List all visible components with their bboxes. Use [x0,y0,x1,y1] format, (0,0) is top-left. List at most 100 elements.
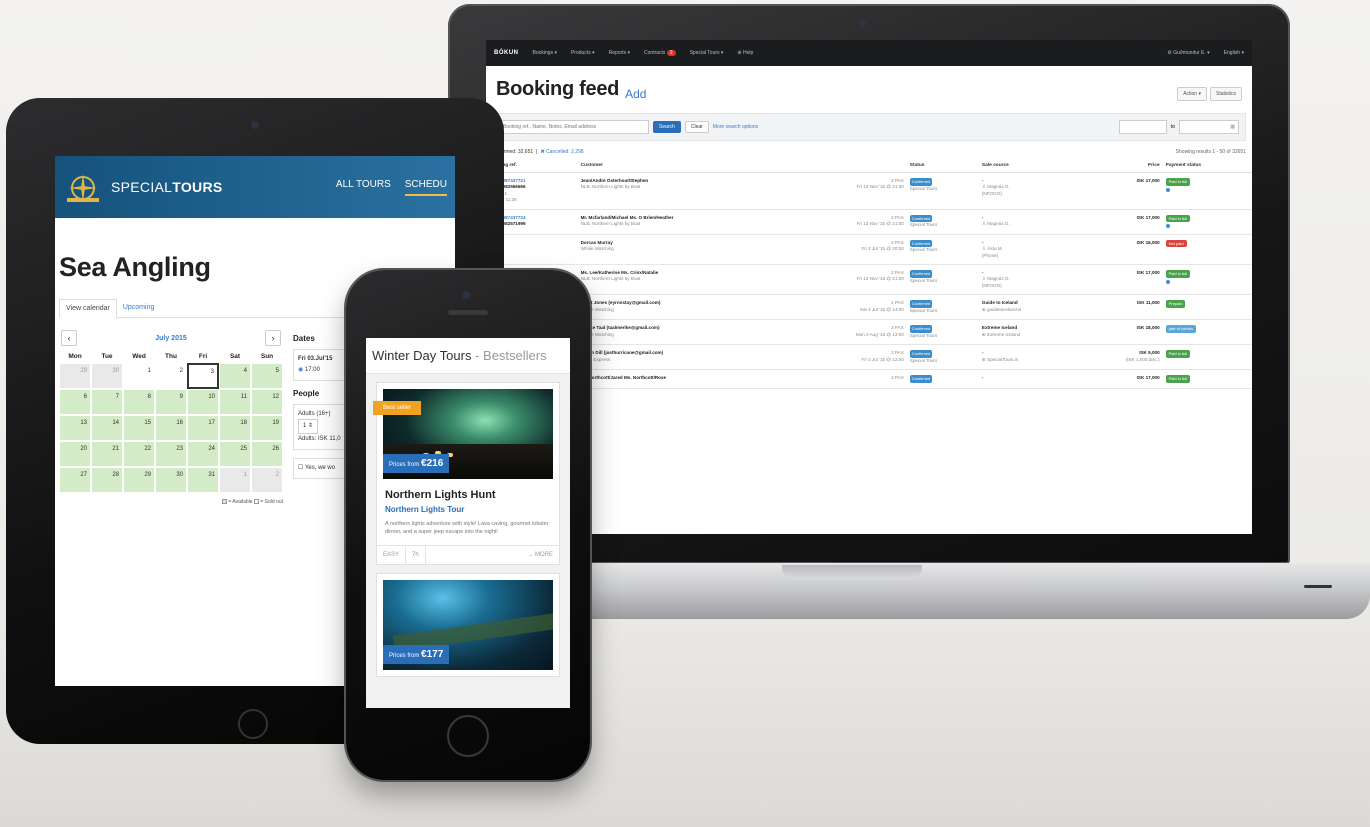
compass-logo-icon[interactable] [63,170,103,204]
calendar-day[interactable]: 16 [155,415,187,441]
nav-schedule[interactable]: SCHEDU [404,179,447,196]
calendar-day[interactable]: 24 [187,441,219,467]
col-customer[interactable]: Customer [577,159,791,173]
calendar-day[interactable]: 17 [187,415,219,441]
user-menu[interactable]: ⚙ Guðmundur E. ▾ [1167,50,1209,56]
checkbox-icon[interactable]: ☐ [298,465,303,471]
calendar-day[interactable]: 18 [219,415,251,441]
calendar-day[interactable]: 22 [123,441,155,467]
col-sale-source[interactable]: Sale source [978,159,1077,173]
calendar-day[interactable]: 8 [123,389,155,415]
tablet-home-button[interactable] [238,709,268,739]
price-value: ISK 17,000 [1136,178,1160,183]
confirm-checkbox-row[interactable]: ☐ Yes, we wo [293,457,353,479]
col-status[interactable]: Status [906,159,979,173]
calendar-day[interactable]: 7 [91,389,123,415]
tab-upcoming[interactable]: Upcoming [117,299,161,317]
tour-card-title[interactable]: Northern Lights Hunt [377,485,559,503]
next-month-button[interactable]: › [265,330,281,346]
calendar-day[interactable]: 1 [123,363,155,389]
app-logo[interactable]: BÓKUN [494,50,519,56]
tour-card[interactable]: Prices from €177 [376,572,560,677]
nav-products[interactable]: Products ▾ [571,50,595,56]
snorkeling-image[interactable]: Prices from €177 [383,579,553,670]
table-row[interactable]: PT184087437724 PT184082571999 Mr. Mcfarlan… [486,209,1252,235]
date-from-field[interactable] [1118,120,1167,134]
cancelled-count-link[interactable]: ✖ Cancelled: 2,298 [540,149,583,155]
status-cell: Confirmed Special Tours [906,234,979,265]
booking-table: Booking ref. Customer Status Sale source… [486,159,1252,389]
product-name: Whale Watching [580,246,614,252]
table-row[interactable]: Merike Taal (taalmerike@gmail.com) Whale … [486,319,1252,346]
tour-card[interactable]: Best seller Prices from €216 Northern Li… [373,382,560,565]
nav-contracts[interactable]: Contracts 2 [644,50,676,56]
product-name: NLB: Northern Lights by Boat [580,221,641,227]
info-dot-icon[interactable] [1165,187,1170,192]
calendar-day[interactable]: 12 [251,389,283,415]
tab-view-calendar[interactable]: View calendar [59,299,117,318]
date-to-field[interactable]: ▦ [1179,120,1239,134]
col-price[interactable]: Price [1076,159,1163,173]
phone-home-button[interactable] [447,715,489,757]
table-row[interactable]: Justin Dill (justhurricane@gmail.com) Puf… [486,344,1252,371]
calendar-day[interactable]: 6 [59,389,91,415]
calendar-day[interactable]: 5 [251,363,283,389]
search-input[interactable] [499,120,649,134]
calendar-day[interactable]: 31 [187,467,219,493]
calendar-day[interactable]: 11 [219,389,251,415]
clear-button[interactable]: Clear [684,121,709,133]
calendar-day[interactable]: 2 [155,363,187,389]
calendar-day[interactable]: 26 [251,441,283,467]
top-nav-bar: BÓKUN Bookings ▾ Products ▾ Reports ▾ Co… [486,40,1252,66]
calendar-day[interactable]: 9 [155,389,187,415]
section-heading: Winter Day Tours - Bestsellers [366,338,570,374]
calendar-day[interactable]: 4 [219,363,251,389]
sale-source-agent: ⊕ guidetoiceland.is [981,306,1022,312]
calendar-day[interactable]: 20 [59,441,91,467]
info-dot-icon[interactable] [1165,279,1170,284]
calendar-day[interactable]: 27 [59,467,91,493]
calendar-day[interactable]: 13 [59,415,91,441]
more-search-options-link[interactable]: More search options [713,124,758,130]
calendar-day[interactable]: 15 [123,415,155,441]
statistics-button[interactable]: Statistics [1209,87,1242,101]
add-booking-link[interactable]: Add [625,87,646,101]
table-row[interactable]: PT184087437721PT184082566666941747113/7/… [486,172,1252,210]
table-row[interactable]: Janet Jones (eyrnnstay@gmail.com) Whale W… [486,294,1252,321]
legend-soldout-label: = Sold out [260,499,283,505]
sale-source-agent: ⊕ SpecialTours.is [981,356,1018,362]
calendar-day[interactable]: 28 [91,467,123,493]
calendar-day[interactable]: 19 [251,415,283,441]
adults-select[interactable]: 1 ⇕ [298,419,319,435]
prev-month-button[interactable]: ‹ [61,330,77,346]
table-row[interactable]: Mr. Northcott/Jared Ms. Northcott/Rose 2 … [486,369,1252,389]
site-logo-text[interactable]: SPECIALTOURS [111,179,223,195]
calendar-day[interactable]: 23 [155,441,187,467]
col-payment-status[interactable]: Payment status [1162,159,1252,173]
search-button[interactable]: Search [653,121,681,133]
tour-card-footer: EASY 7h → MORE [377,544,559,564]
calendar-day: 29 [59,363,91,389]
nav-help[interactable]: ⊕ Help [737,50,753,56]
calendar-day[interactable]: 10 [187,389,219,415]
status-vendor: Special Tours [909,247,938,253]
calendar-day[interactable]: 3 [187,363,219,389]
language-menu[interactable]: English ▾ [1224,50,1244,56]
calendar-day[interactable]: 29 [123,467,155,493]
status-cell: Confirmed Special Tours [906,209,979,235]
action-dropdown-button[interactable]: Action ▾ [1177,87,1207,101]
nav-reports[interactable]: Reports ▾ [609,50,630,56]
more-link[interactable]: → MORE [521,546,559,564]
nav-bookings[interactable]: Bookings ▾ [533,50,557,56]
nav-all-tours[interactable]: ALL TOURS [336,179,391,196]
table-row[interactable]: Ms. Lee/Katherine Ms. Crinx/Natalie NLB: … [486,264,1252,296]
calendar-day[interactable]: 14 [91,415,123,441]
table-row[interactable]: Dorcas Murray Whale Watching 2 PAX Fri 3 Ju… [486,234,1252,265]
nav-special-tours[interactable]: Special Tours ▾ [690,50,724,56]
customer-name[interactable]: Mr. Northcott/Jared Ms. Northcott/Rose [581,375,788,381]
calendar-day[interactable]: 21 [91,441,123,467]
time-option[interactable]: ◉ 17:00 [298,365,348,376]
calendar-day[interactable]: 30 [155,467,187,493]
info-dot-icon[interactable] [1165,224,1170,229]
calendar-day[interactable]: 25 [219,441,251,467]
